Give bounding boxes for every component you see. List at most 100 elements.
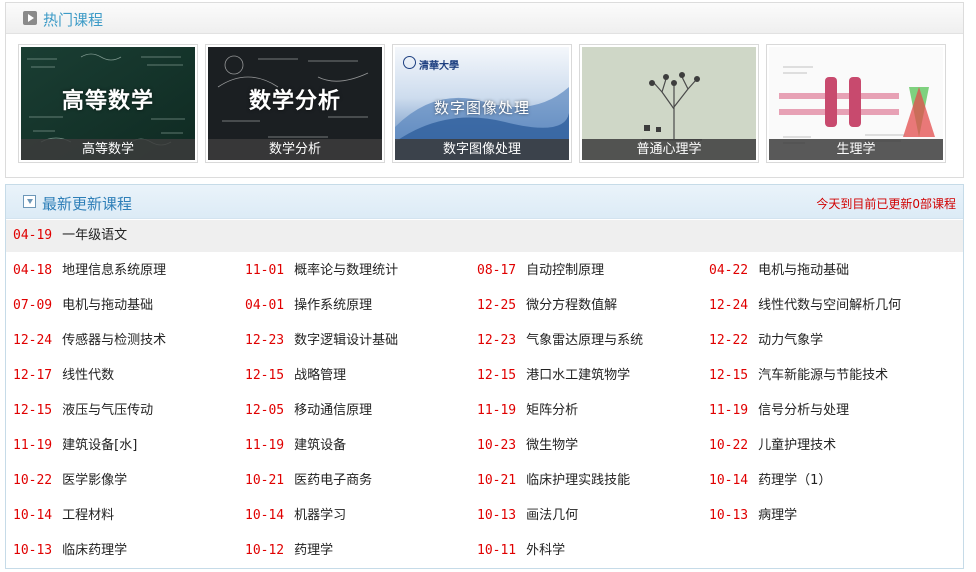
course-list-item[interactable]: 04-19 一年级语文 (13, 226, 127, 246)
course-list-item[interactable]: 11-01 概率论与数理统计 (245, 261, 398, 281)
course-thumbnail[interactable]: 清華大學 数字图像处理 数字图像处理 (395, 47, 569, 160)
course-name-link[interactable]: 微生物学 (526, 438, 578, 453)
course-thumbnail[interactable]: 高等数学 高等数学 (21, 47, 195, 160)
course-name-link[interactable]: 港口水工建筑物学 (526, 368, 630, 383)
course-list-item[interactable]: 12-15 港口水工建筑物学 (477, 366, 630, 386)
course-list-item[interactable]: 10-14 机器学习 (245, 506, 346, 526)
course-list-item[interactable]: 10-13 临床药理学 (13, 541, 127, 561)
course-list-item[interactable]: 12-17 线性代数 (13, 366, 114, 386)
course-name-link[interactable]: 概率论与数理统计 (294, 263, 398, 278)
course-name-link[interactable]: 建筑设备[水] (62, 438, 137, 453)
course-update-date: 07-09 (13, 298, 53, 313)
course-list-item[interactable]: 12-24 线性代数与空间解析几何 (709, 296, 901, 316)
course-list-item[interactable]: 04-18 地理信息系统原理 (13, 261, 166, 281)
course-list-item[interactable]: 10-22 儿童护理技术 (709, 436, 836, 456)
course-list-item[interactable]: 10-13 病理学 (709, 506, 797, 526)
course-name-link[interactable]: 病理学 (758, 508, 797, 523)
course-update-date: 12-23 (245, 333, 285, 348)
course-list-item[interactable]: 12-15 汽车新能源与节能技术 (709, 366, 888, 386)
course-name-link[interactable]: 临床药理学 (62, 543, 127, 558)
course-list-item[interactable]: 12-24 传感器与检测技术 (13, 331, 166, 351)
course-name-link[interactable]: 儿童护理技术 (758, 438, 836, 453)
course-name-link[interactable]: 一年级语文 (62, 228, 127, 243)
course-list-item[interactable]: 04-22 电机与拖动基础 (709, 261, 849, 281)
course-list-item[interactable]: 12-05 移动通信原理 (245, 401, 372, 421)
course-name-link[interactable]: 气象雷达原理与系统 (526, 333, 643, 348)
course-list-item[interactable]: 12-22 动力气象学 (709, 331, 823, 351)
course-name-link[interactable]: 临床护理实践技能 (526, 473, 630, 488)
course-list-item[interactable]: 11-19 建筑设备 (245, 436, 346, 456)
course-thumbnail[interactable]: 生理学 (769, 47, 943, 160)
course-list-item[interactable]: 12-23 数字逻辑设计基础 (245, 331, 398, 351)
course-name-link[interactable]: 电机与拖动基础 (758, 263, 849, 278)
course-name-link[interactable]: 汽车新能源与节能技术 (758, 368, 888, 383)
course-list-item[interactable]: 08-17 自动控制原理 (477, 261, 604, 281)
course-name-link[interactable]: 液压与气压传动 (62, 403, 153, 418)
course-card-general-psychology[interactable]: 普通心理学 (579, 44, 759, 163)
course-name-link[interactable]: 操作系统原理 (294, 298, 372, 313)
course-list-item[interactable]: 10-14 工程材料 (13, 506, 114, 526)
course-update-date: 11-19 (709, 403, 749, 418)
course-update-date: 11-19 (13, 438, 53, 453)
course-caption[interactable]: 数字图像处理 (395, 139, 569, 160)
course-list-item[interactable]: 11-19 矩阵分析 (477, 401, 578, 421)
course-caption[interactable]: 数学分析 (208, 139, 382, 160)
course-list-item[interactable]: 12-23 气象雷达原理与系统 (477, 331, 643, 351)
course-update-date: 12-15 (13, 403, 53, 418)
course-name-link[interactable]: 医药电子商务 (294, 473, 372, 488)
thumbnail-title: 高等数学 (61, 89, 154, 114)
course-name-link[interactable]: 自动控制原理 (526, 263, 604, 278)
course-name-link[interactable]: 线性代数与空间解析几何 (758, 298, 901, 313)
course-caption[interactable]: 普通心理学 (582, 139, 756, 160)
course-list-item[interactable]: 11-19 建筑设备[水] (13, 436, 137, 456)
course-name-link[interactable]: 机器学习 (294, 508, 346, 523)
course-card-digital-image-processing[interactable]: 清華大學 数字图像处理 数字图像处理 (392, 44, 572, 163)
course-name-link[interactable]: 工程材料 (62, 508, 114, 523)
course-list-item[interactable]: 10-14 药理学（1） (709, 471, 831, 491)
course-list-item[interactable]: 07-09 电机与拖动基础 (13, 296, 153, 316)
course-name-link[interactable]: 移动通信原理 (294, 403, 372, 418)
course-update-date: 12-05 (245, 403, 285, 418)
course-list-item[interactable]: 12-15 战略管理 (245, 366, 346, 386)
course-thumbnail[interactable]: 普通心理学 (582, 47, 756, 160)
course-list-item[interactable]: 10-21 临床护理实践技能 (477, 471, 630, 491)
course-name-link[interactable]: 动力气象学 (758, 333, 823, 348)
course-list-item[interactable]: 10-22 医学影像学 (13, 471, 127, 491)
course-name-link[interactable]: 医学影像学 (62, 473, 127, 488)
course-name-link[interactable]: 传感器与检测技术 (62, 333, 166, 348)
course-list-item[interactable]: 10-21 医药电子商务 (245, 471, 372, 491)
course-update-date: 04-01 (245, 298, 285, 313)
course-list-item[interactable]: 12-15 液压与气压传动 (13, 401, 153, 421)
course-caption[interactable]: 高等数学 (21, 139, 195, 160)
course-name-link[interactable]: 药理学（1） (758, 473, 831, 488)
course-name-link[interactable]: 画法几何 (526, 508, 578, 523)
course-name-link[interactable]: 外科学 (526, 543, 565, 558)
course-name-link[interactable]: 电机与拖动基础 (62, 298, 153, 313)
course-thumbnail[interactable]: 数学分析 数学分析 (208, 47, 382, 160)
course-update-date: 10-21 (477, 473, 517, 488)
course-card-physiology[interactable]: 生理学 (766, 44, 946, 163)
collapse-toggle-icon[interactable] (23, 195, 36, 208)
course-list-item[interactable]: 04-01 操作系统原理 (245, 296, 372, 316)
course-name-link[interactable]: 信号分析与处理 (758, 403, 849, 418)
course-name-link[interactable]: 药理学 (294, 543, 333, 558)
course-list-item[interactable]: 10-13 画法几何 (477, 506, 578, 526)
course-list-item[interactable]: 11-19 信号分析与处理 (709, 401, 849, 421)
course-name-link[interactable]: 战略管理 (294, 368, 346, 383)
course-card-math-analysis[interactable]: 数学分析 数学分析 (205, 44, 385, 163)
course-update-date: 04-22 (709, 263, 749, 278)
course-list-item[interactable]: 10-12 药理学 (245, 541, 333, 561)
course-name-link[interactable]: 微分方程数值解 (526, 298, 617, 313)
course-name-link[interactable]: 数字逻辑设计基础 (294, 333, 398, 348)
course-name-link[interactable]: 建筑设备 (294, 438, 346, 453)
course-card-advanced-math[interactable]: 高等数学 高等数学 (18, 44, 198, 163)
course-list-item[interactable]: 10-11 外科学 (477, 541, 565, 561)
course-update-date: 10-13 (13, 543, 53, 558)
course-name-link[interactable]: 矩阵分析 (526, 403, 578, 418)
course-name-link[interactable]: 地理信息系统原理 (62, 263, 166, 278)
course-list-item[interactable]: 12-25 微分方程数值解 (477, 296, 617, 316)
latest-courses-panel: 最新更新课程 今天到目前已更新0部课程 04-19 一年级语文 04-18 地理信息系… (5, 184, 964, 569)
course-list-item[interactable]: 10-23 微生物学 (477, 436, 578, 456)
course-caption[interactable]: 生理学 (769, 139, 943, 160)
course-name-link[interactable]: 线性代数 (62, 368, 114, 383)
